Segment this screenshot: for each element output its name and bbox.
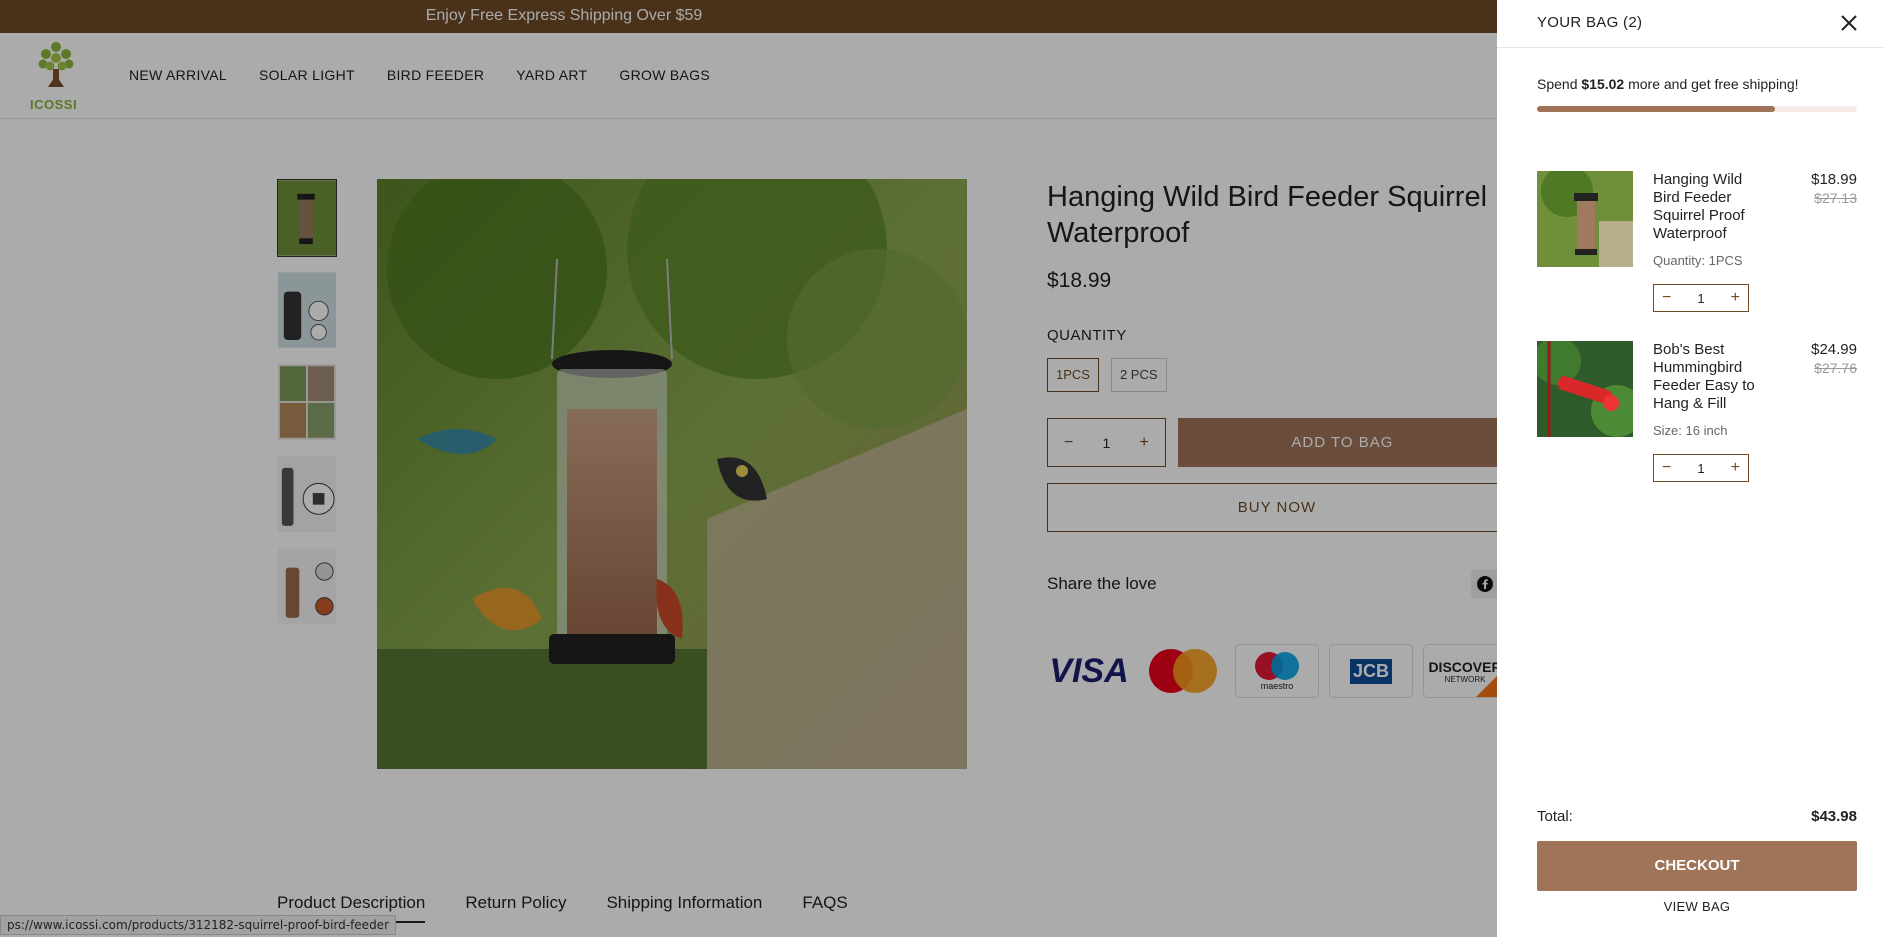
cart-item: Hanging Wild Bird Feeder Squirrel Proof … xyxy=(1537,171,1857,341)
cart-item: Bob's Best Hummingbird Feeder Easy to Ha… xyxy=(1537,341,1857,511)
cart-title: YOUR BAG (2) xyxy=(1537,14,1643,31)
cart-header: YOUR BAG (2) xyxy=(1497,0,1884,48)
cart-item-price: $24.99 xyxy=(1811,341,1857,358)
cart-item-image[interactable] xyxy=(1537,171,1633,267)
cart-item-option: Quantity: 1PCS xyxy=(1653,253,1743,268)
checkout-button[interactable]: CHECKOUT xyxy=(1537,841,1857,891)
cart-drawer: YOUR BAG (2) Spend $15.02 more and get f… xyxy=(1497,0,1884,937)
shipping-amount: $15.02 xyxy=(1581,76,1625,92)
cart-item-quantity[interactable]: 1 xyxy=(1697,461,1704,476)
view-bag-link[interactable]: VIEW BAG xyxy=(1537,899,1857,914)
minus-icon[interactable]: − xyxy=(1662,459,1671,477)
cart-item-name[interactable]: Bob's Best Hummingbird Feeder Easy to Ha… xyxy=(1653,341,1763,413)
cart-item-quantity[interactable]: 1 xyxy=(1697,291,1704,306)
minus-icon[interactable]: − xyxy=(1662,289,1671,307)
cart-items: Hanging Wild Bird Feeder Squirrel Proof … xyxy=(1537,171,1857,511)
plus-icon[interactable]: + xyxy=(1731,289,1740,307)
cart-item-option: Size: 16 inch xyxy=(1653,423,1728,438)
cart-total: Total: $43.98 xyxy=(1537,808,1857,825)
cart-item-name[interactable]: Hanging Wild Bird Feeder Squirrel Proof … xyxy=(1653,171,1763,243)
cart-item-compare-price: $27.13 xyxy=(1814,190,1857,206)
shipping-progress-fill xyxy=(1537,106,1776,112)
total-value: $43.98 xyxy=(1811,808,1857,825)
total-label: Total: xyxy=(1537,808,1573,825)
cart-item-quantity-stepper[interactable]: − 1 + xyxy=(1653,284,1749,312)
page-overlay[interactable] xyxy=(0,0,1497,937)
cart-item-quantity-stepper[interactable]: − 1 + xyxy=(1653,454,1749,482)
plus-icon[interactable]: + xyxy=(1731,459,1740,477)
cart-item-image[interactable] xyxy=(1537,341,1633,437)
cart-item-price: $18.99 xyxy=(1811,171,1857,188)
close-icon[interactable] xyxy=(1838,12,1860,34)
shipping-message: Spend $15.02 more and get free shipping! xyxy=(1537,76,1799,92)
shipping-progress-bar xyxy=(1537,106,1857,112)
cart-item-compare-price: $27.76 xyxy=(1814,360,1857,376)
cart-footer: Total: $43.98 CHECKOUT VIEW BAG xyxy=(1537,808,1857,914)
